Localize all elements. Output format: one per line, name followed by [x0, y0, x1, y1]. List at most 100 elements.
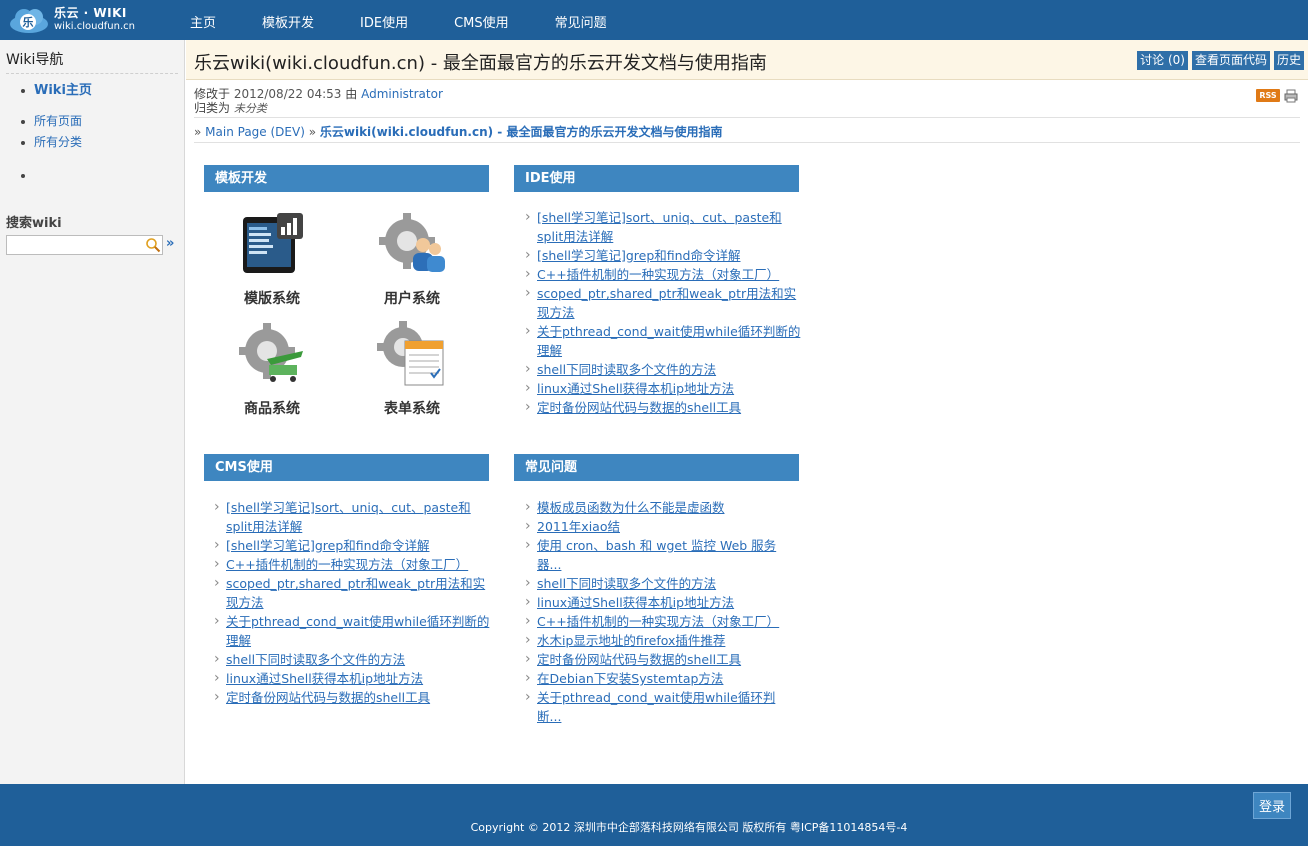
article-link[interactable]: C++插件机制的一种实现方法（对象工厂） [537, 614, 779, 629]
panel-cms-header: CMS使用 [204, 454, 489, 481]
article-link[interactable]: scoped_ptr,shared_ptr和weak_ptr用法和实现方法 [537, 286, 796, 320]
list-item: 模板成员函数为什么不能是虚函数 [525, 498, 795, 517]
list-item: scoped_ptr,shared_ptr和weak_ptr用法和实现方法 [525, 284, 805, 322]
article-link[interactable]: [shell学习笔记]sort、uniq、cut、paste和split用法详解 [226, 500, 471, 534]
article-link[interactable]: shell下同时读取多个文件的方法 [537, 576, 716, 591]
article-link[interactable]: shell下同时读取多个文件的方法 [537, 362, 716, 377]
article-link[interactable]: 在Debian下安装Systemtap方法 [537, 671, 723, 686]
sidebar: Wiki导航 Wiki主页 所有页面 所有分类 搜索wiki » [0, 40, 185, 784]
article-link[interactable]: 关于pthread_cond_wait使用while循环判断的理解 [226, 614, 489, 648]
panel-ide-list: [shell学习笔记]sort、uniq、cut、paste和split用法详解… [525, 208, 805, 417]
article-link[interactable]: [shell学习笔记]grep和find命令详解 [537, 248, 740, 263]
list-item: C++插件机制的一种实现方法（对象工厂） [525, 265, 805, 284]
breadcrumb-separator: » [308, 125, 320, 139]
sidebar-link-all-pages[interactable]: 所有页面 [34, 114, 82, 128]
list-item: 关于pthread_cond_wait使用while循环判断的理解 [525, 322, 805, 360]
breadcrumb-divider [194, 142, 1300, 143]
article-link[interactable]: 模板成员函数为什么不能是虚函数 [537, 500, 725, 515]
feature-user-system[interactable]: 用户系统 [367, 211, 457, 308]
print-icon[interactable] [1284, 89, 1298, 103]
sidebar-primary-list: Wiki主页 [0, 80, 184, 101]
article-link[interactable]: 使用 cron、bash 和 wget 监控 Web 服务器... [537, 538, 776, 572]
discussion-button[interactable]: 讨论 (0) [1137, 51, 1188, 70]
breadcrumb-root[interactable]: Main Page (DEV) [205, 125, 305, 139]
sidebar-link-all-categories[interactable]: 所有分类 [34, 135, 82, 149]
article-link[interactable]: linux通过Shell获得本机ip地址方法 [537, 595, 734, 610]
feature-template-system[interactable]: 模版系统 [227, 211, 317, 308]
article-link[interactable]: C++插件机制的一种实现方法（对象工厂） [537, 267, 779, 282]
sidebar-heading: Wiki导航 [6, 52, 64, 68]
article-link[interactable]: 关于pthread_cond_wait使用while循环判断... [537, 690, 775, 724]
list-item: shell下同时读取多个文件的方法 [214, 650, 494, 669]
article-link[interactable]: [shell学习笔记]sort、uniq、cut、paste和split用法详解 [537, 210, 782, 244]
article-link[interactable]: scoped_ptr,shared_ptr和weak_ptr用法和实现方法 [226, 576, 485, 610]
cloud-logo-icon: 乐 [10, 9, 48, 33]
search-icon[interactable] [145, 237, 161, 253]
nav-cms[interactable]: CMS使用 [440, 0, 523, 40]
feature-label: 商品系统 [244, 401, 300, 417]
search-input[interactable] [6, 235, 163, 255]
by-label: 由 [345, 87, 358, 101]
search-go-button[interactable]: » [166, 236, 174, 251]
article-link[interactable]: linux通过Shell获得本机ip地址方法 [226, 671, 423, 686]
panel-ide-header: IDE使用 [514, 165, 799, 192]
list-item: 定时备份网站代码与数据的shell工具 [525, 398, 805, 417]
panel-faq-list: 模板成员函数为什么不能是虚函数 2011年xiao结 使用 cron、bash … [525, 498, 795, 726]
sidebar-secondary-list: 所有页面 所有分类 [0, 111, 184, 153]
sidebar-link-wiki-home[interactable]: Wiki主页 [34, 83, 92, 98]
author-link[interactable]: Administrator [361, 87, 443, 101]
page-title: 乐云wiki(wiki.cloudfun.cn) - 最全面最官方的乐云开发文档… [194, 53, 767, 74]
article-link[interactable]: 定时备份网站代码与数据的shell工具 [226, 690, 430, 705]
article-link[interactable]: linux通过Shell获得本机ip地址方法 [537, 381, 734, 396]
list-item: 2011年xiao结 [525, 517, 795, 536]
sidebar-item-all-pages: 所有页面 [0, 111, 184, 132]
view-source-button[interactable]: 查看页面代码 [1191, 51, 1270, 70]
article-link[interactable]: shell下同时读取多个文件的方法 [226, 652, 405, 667]
article-link[interactable]: [shell学习笔记]grep和find命令详解 [226, 538, 429, 553]
nav-template-dev[interactable]: 模板开发 [248, 0, 328, 40]
list-item: linux通过Shell获得本机ip地址方法 [525, 593, 795, 612]
copyright-text: Copyright © 2012 深圳市中企部落科技网络有限公司 版权所有 粤I… [470, 821, 908, 834]
article-link[interactable]: C++插件机制的一种实现方法（对象工厂） [226, 557, 468, 572]
feature-form-system[interactable]: 表单系统 [367, 321, 457, 418]
list-item: 定时备份网站代码与数据的shell工具 [214, 688, 494, 707]
list-item: linux通过Shell获得本机ip地址方法 [525, 379, 805, 398]
site-logo[interactable]: 乐 乐云 · WIKI wiki.cloudfun.cn [8, 4, 135, 36]
login-button[interactable]: 登录 [1253, 792, 1292, 819]
list-item: 定时备份网站代码与数据的shell工具 [525, 650, 795, 669]
feature-label: 用户系统 [384, 291, 440, 307]
list-item: 水木ip显示地址的firefox插件推荐 [525, 631, 795, 650]
list-item: 关于pthread_cond_wait使用while循环判断的理解 [214, 612, 494, 650]
nav-home[interactable]: 主页 [176, 0, 230, 40]
list-item: [shell学习笔记]grep和find命令详解 [214, 536, 494, 555]
list-item: C++插件机制的一种实现方法（对象工厂） [525, 612, 795, 631]
footer: 登录 Copyright © 2012 深圳市中企部落科技网络有限公司 版权所有… [0, 784, 1308, 846]
list-item: [shell学习笔记]sort、uniq、cut、paste和split用法详解 [214, 498, 494, 536]
list-item: 在Debian下安装Systemtap方法 [525, 669, 795, 688]
article-link[interactable]: 定时备份网站代码与数据的shell工具 [537, 652, 741, 667]
category-label: 归类为 [194, 101, 231, 115]
article-link[interactable]: 2011年xiao结 [537, 519, 620, 534]
nav-faq[interactable]: 常见问题 [541, 0, 621, 40]
main-nav: 主页 模板开发 IDE使用 CMS使用 常见问题 [176, 0, 639, 40]
sidebar-item-all-categories: 所有分类 [0, 132, 184, 153]
history-button[interactable]: 历史 [1273, 51, 1304, 70]
page-actions: 讨论 (0) 查看页面代码 历史 [1133, 51, 1304, 70]
brand-title: 乐云 · WIKI [54, 6, 127, 20]
rss-icon[interactable]: RSS [1256, 89, 1280, 102]
search-title: 搜索wiki [6, 216, 62, 231]
modified-label: 修改于 [194, 87, 231, 101]
meta-divider [194, 117, 1300, 118]
article-link[interactable]: 水木ip显示地址的firefox插件推荐 [537, 633, 725, 648]
nav-ide[interactable]: IDE使用 [346, 0, 422, 40]
list-item: linux通过Shell获得本机ip地址方法 [214, 669, 494, 688]
breadcrumb-current[interactable]: 乐云wiki(wiki.cloudfun.cn) - 最全面最官方的乐云开发文档… [320, 125, 723, 139]
breadcrumb: » Main Page (DEV) » 乐云wiki(wiki.cloudfun… [194, 123, 722, 140]
page-title-bar: 乐云wiki(wiki.cloudfun.cn) - 最全面最官方的乐云开发文档… [186, 40, 1308, 80]
sidebar-item-wiki-home: Wiki主页 [0, 80, 184, 101]
gear-form-icon [377, 321, 444, 386]
logo-glyph: 乐 [23, 15, 34, 29]
feature-product-system[interactable]: 商品系统 [227, 321, 317, 418]
article-link[interactable]: 关于pthread_cond_wait使用while循环判断的理解 [537, 324, 800, 358]
article-link[interactable]: 定时备份网站代码与数据的shell工具 [537, 400, 741, 415]
